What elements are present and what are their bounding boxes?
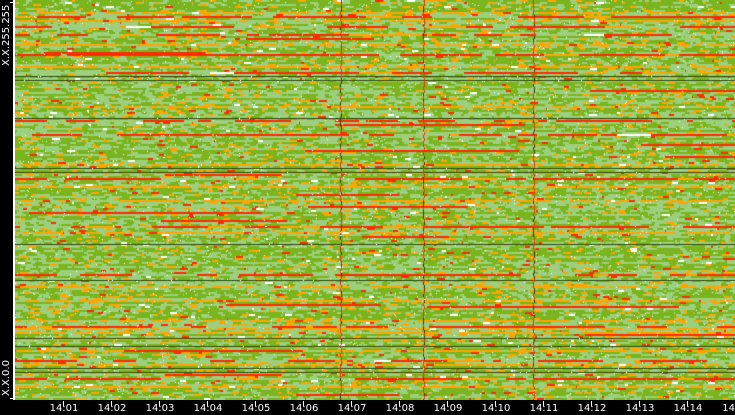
x-tick-label: 14:04 (193, 403, 223, 414)
x-tick-label: 14:10 (481, 403, 511, 414)
heatmap-canvas (15, 0, 735, 400)
y-label-bottom: X.X.0.0 (1, 360, 12, 396)
x-tick-label: 14:13 (625, 403, 655, 414)
x-tick-label: 14:09 (433, 403, 463, 414)
x-tick-label: 14:11 (529, 403, 559, 414)
x-tick-label: 14:01 (49, 403, 79, 414)
y-tick (10, 2, 15, 3)
x-tick-label: 14:08 (385, 403, 415, 414)
x-tick-label: 14:12 (577, 403, 607, 414)
y-label-top: X.X.255.255 (1, 4, 12, 66)
x-tick-label: 14:03 (145, 403, 175, 414)
x-tick-label: 14:14 (673, 403, 703, 414)
x-tick-label: 14:07 (337, 403, 367, 414)
y-axis-line (13, 0, 15, 400)
x-tick-label: 14:05 (241, 403, 271, 414)
y-tick (10, 398, 15, 399)
x-tick-label: 14:06 (289, 403, 319, 414)
x-tick-label: 14 (722, 403, 735, 414)
x-tick-label: 14:02 (97, 403, 127, 414)
